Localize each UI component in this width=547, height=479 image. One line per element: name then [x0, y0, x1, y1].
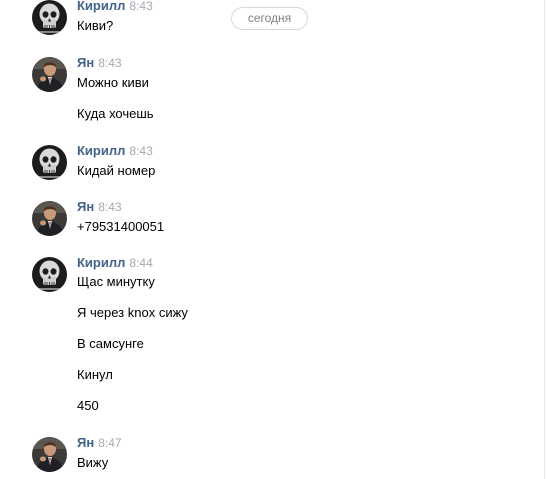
- message-header: Кирилл 8:44: [77, 255, 153, 271]
- message-header: Ян 8:43: [77, 199, 122, 215]
- message-header: Ян 8:43: [77, 55, 122, 71]
- message-text: Куда хочешь: [77, 106, 154, 121]
- date-divider: сегодня: [231, 7, 308, 30]
- message-text: +79531400051: [77, 219, 165, 234]
- message-header: Кирилл 8:43: [77, 0, 153, 14]
- message-text: Щас минутку: [77, 274, 155, 289]
- skull-avatar-icon[interactable]: [32, 145, 67, 180]
- message-time[interactable]: 8:47: [98, 436, 121, 450]
- message-text: 450: [77, 398, 99, 413]
- message-time[interactable]: 8:43: [129, 0, 152, 13]
- chat-history: сегодня Кирилл 8:43 Киви? Ян 8:43 Можно …: [0, 0, 545, 479]
- author-name[interactable]: Ян: [77, 199, 94, 214]
- author-name[interactable]: Ян: [77, 435, 94, 450]
- message-time[interactable]: 8:44: [129, 256, 152, 270]
- message-text: Можно киви: [77, 75, 149, 90]
- message-header: Ян 8:47: [77, 435, 122, 451]
- author-name[interactable]: Кирилл: [77, 143, 125, 158]
- man-in-suit-avatar-icon[interactable]: [32, 437, 67, 472]
- message-text: Вижу: [77, 455, 109, 470]
- message-text: Кидай номер: [77, 163, 156, 178]
- message-time[interactable]: 8:43: [129, 144, 152, 158]
- skull-avatar-icon[interactable]: [32, 257, 67, 292]
- author-name[interactable]: Ян: [77, 55, 94, 70]
- man-in-suit-avatar-icon[interactable]: [32, 57, 67, 92]
- message-text: Я через knox сижу: [77, 305, 188, 320]
- message-text: В самсунге: [77, 336, 144, 351]
- message-text: Кинул: [77, 367, 113, 382]
- author-name[interactable]: Кирилл: [77, 255, 125, 270]
- skull-avatar-icon[interactable]: [32, 0, 67, 35]
- author-name[interactable]: Кирилл: [77, 0, 125, 13]
- message-text: Киви?: [77, 18, 114, 33]
- man-in-suit-avatar-icon[interactable]: [32, 201, 67, 236]
- message-time[interactable]: 8:43: [98, 200, 121, 214]
- message-time[interactable]: 8:43: [98, 56, 121, 70]
- message-header: Кирилл 8:43: [77, 143, 153, 159]
